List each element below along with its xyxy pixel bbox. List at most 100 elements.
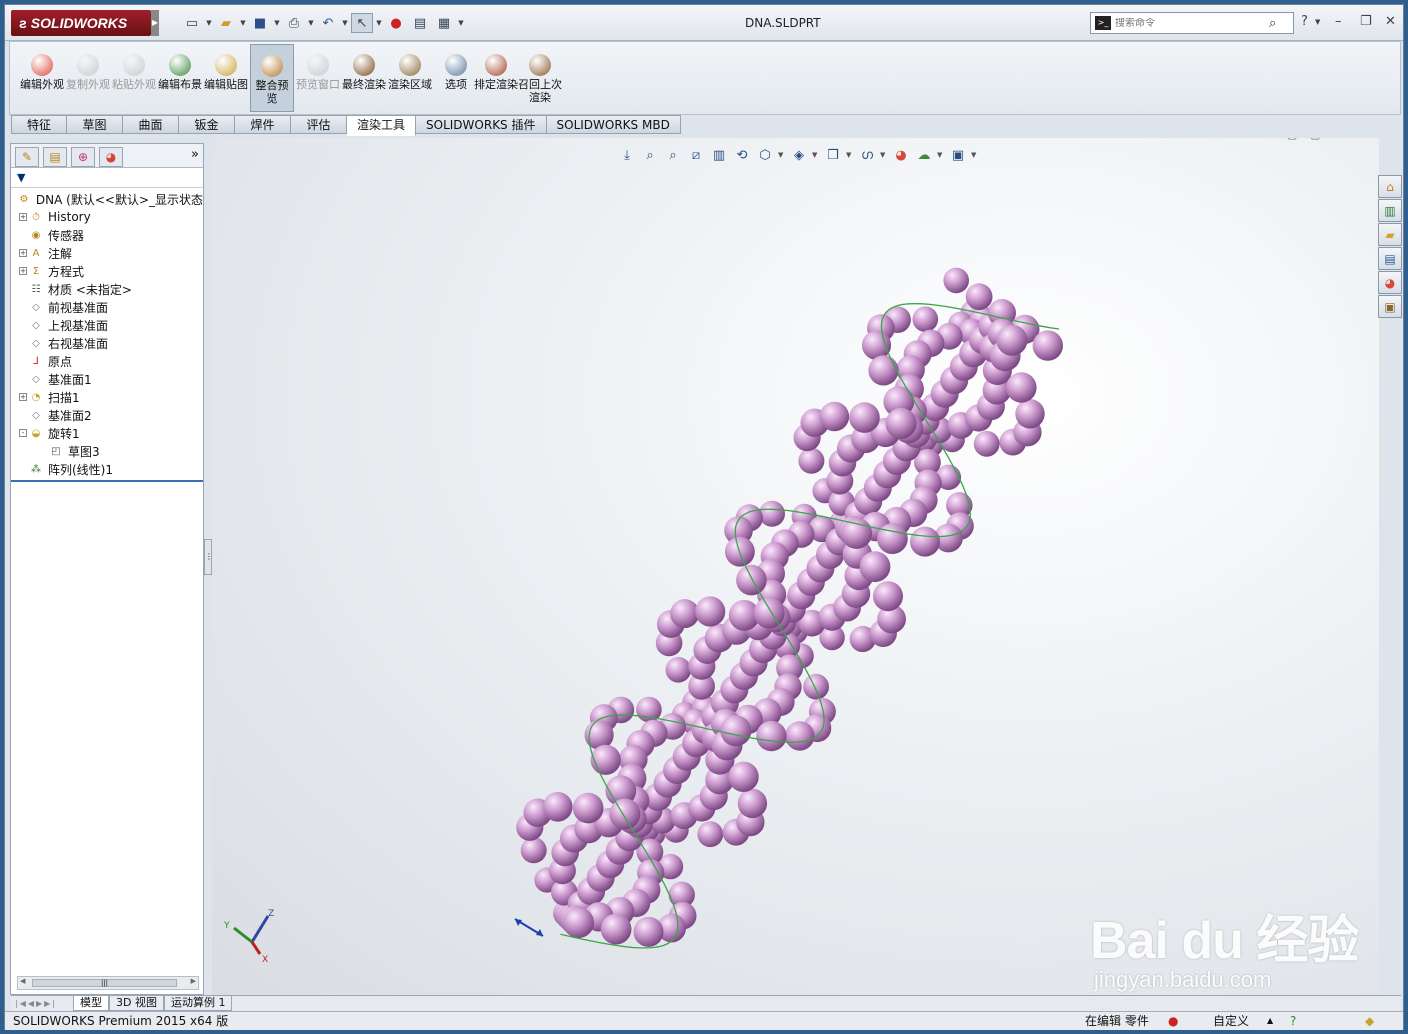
integrated-preview-button[interactable]: 整合预览 (250, 44, 294, 112)
tab-钣金[interactable]: 钣金 (179, 115, 235, 134)
tree-item[interactable]: ⁂ 阵列(线性)1 (11, 460, 203, 478)
bead-sphere (563, 907, 594, 939)
preview-window-button[interactable]: 预览窗口 (296, 44, 340, 112)
panel-collapse-handle[interactable]: ⋮ (204, 539, 213, 575)
tab-SOLIDWORKS MBD[interactable]: SOLIDWORKS MBD (546, 115, 681, 134)
edit-decal-button[interactable]: 编辑贴图 (204, 44, 248, 112)
custom-properties-icon[interactable]: ▣ (1378, 295, 1402, 318)
tree-item[interactable]: ◇ 基准面2 (11, 406, 203, 424)
tab-scroll-arrows[interactable]: |◀◀▶▶| (11, 996, 73, 1011)
save-dropdown[interactable]: ▼ (273, 13, 281, 33)
paste-appearance-button[interactable]: 粘贴外观 (112, 44, 156, 112)
bottom-tab-3D 视图[interactable]: 3D 视图 (109, 996, 164, 1011)
feature-manager-tab-icon[interactable]: ✎ (15, 147, 39, 167)
property-manager-tab-icon[interactable]: ▤ (43, 147, 67, 167)
graphics-area[interactable]: ⤓ ⌕ ⌕ ⧄ ▥ ⟲ ⬡▼ ◈▼ ❒▼ ഗ▼ ◕ ☁▼ ▣▼ ▢ ▢ – ❐ … (212, 138, 1379, 995)
expand-icon[interactable]: + (19, 249, 27, 257)
tree-item[interactable]: ☷ 材质 <未指定> (11, 280, 203, 298)
close-icon[interactable]: ✕ (1385, 14, 1396, 29)
restore-icon[interactable]: ❐ (1360, 14, 1372, 29)
tab-曲面[interactable]: 曲面 (123, 115, 179, 134)
edit-scene-button[interactable]: 编辑布景 (158, 44, 202, 112)
save-icon[interactable]: ■ (249, 13, 271, 33)
render-region-button[interactable]: 渲染区域 (388, 44, 432, 112)
tree-filter[interactable]: ▼ (11, 168, 203, 188)
triad-y-label: Y (223, 921, 230, 931)
help-dropdown[interactable]: ▼ (1315, 18, 1320, 26)
tree-item[interactable]: ◰ 草图3 (11, 442, 203, 460)
view-palette-icon[interactable]: ▤ (1378, 247, 1402, 270)
help-icon[interactable]: ? (1301, 14, 1308, 29)
bottom-tab-运动算例 1[interactable]: 运动算例 1 (163, 996, 233, 1011)
tree-item[interactable]: ◇ 基准面1 (11, 370, 203, 388)
tree-item[interactable]: + ⏱ History (11, 208, 203, 226)
expand-icon[interactable]: + (19, 393, 27, 401)
units-custom[interactable]: 自定义 (1213, 1012, 1249, 1030)
rebuild-status-icon[interactable]: ● (1168, 1012, 1178, 1030)
tree-item[interactable]: ◉ 传感器 (11, 226, 203, 244)
new-dropdown[interactable]: ▼ (205, 13, 213, 33)
new-document-icon[interactable]: ▭ (181, 13, 203, 33)
tree-item[interactable]: ◇ 上视基准面 (11, 316, 203, 334)
dna-model-render[interactable] (212, 138, 1379, 995)
print-icon[interactable]: ⎙ (283, 13, 305, 33)
undo-dropdown[interactable]: ▼ (341, 13, 349, 33)
tree-item[interactable]: - ◒ 旋转1 (11, 424, 203, 442)
tree-horizontal-scrollbar[interactable]: ◀ ||| ▶ (17, 976, 199, 990)
rollback-bar[interactable] (11, 480, 203, 482)
bead-sphere (868, 355, 899, 386)
quick-tips-icon[interactable]: ? (1290, 1012, 1296, 1030)
tab-焊件[interactable]: 焊件 (235, 115, 291, 134)
collapse-icon[interactable]: - (19, 429, 27, 437)
configuration-manager-tab-icon[interactable]: ⊕ (71, 147, 95, 167)
undo-icon[interactable]: ↶ (317, 13, 339, 33)
options-dropdown[interactable]: ▼ (457, 13, 465, 33)
scroll-left-arrow[interactable]: ◀ (20, 977, 25, 985)
copy-appearance-button[interactable]: 复制外观 (66, 44, 110, 112)
tab-评估[interactable]: 评估 (291, 115, 347, 134)
units-dropdown[interactable]: ▲ (1267, 1012, 1273, 1030)
options-button[interactable]: 选项 (434, 44, 478, 112)
edit-appearance-button[interactable]: 编辑外观 (20, 44, 64, 112)
options-icon[interactable]: ▦ (433, 13, 455, 33)
tree-item[interactable]: + ◔ 扫描1 (11, 388, 203, 406)
search-input[interactable] (1115, 17, 1265, 29)
minimize-icon[interactable]: – (1335, 14, 1342, 29)
recall-last-render-button[interactable]: 召回上次渲染 (518, 44, 562, 112)
select-pointer-icon[interactable]: ↖ (351, 13, 373, 33)
tab-草图[interactable]: 草图 (67, 115, 123, 134)
expand-panel-icon[interactable]: » (191, 147, 199, 162)
final-render-button[interactable]: 最终渲染 (342, 44, 386, 112)
solidworks-logo[interactable]: ƨ SOLIDWORKS (11, 10, 151, 36)
open-dropdown[interactable]: ▼ (239, 13, 247, 33)
appearances-scenes-icon[interactable]: ◕ (1378, 271, 1402, 294)
expand-icon[interactable]: + (19, 267, 27, 275)
tree-item[interactable]: ◇ 前视基准面 (11, 298, 203, 316)
file-explorer-icon[interactable]: ▰ (1378, 223, 1402, 246)
open-folder-icon[interactable]: ▰ (215, 13, 237, 33)
tree-item[interactable]: + Σ 方程式 (11, 262, 203, 280)
rebuild-traffic-light-icon[interactable]: ● (385, 13, 407, 33)
tooltip-pin-icon[interactable]: ◆ (1365, 1012, 1374, 1030)
display-manager-tab-icon[interactable]: ◕ (99, 147, 123, 167)
expand-icon[interactable]: + (19, 213, 27, 221)
tree-item[interactable]: + A 注解 (11, 244, 203, 262)
print-dropdown[interactable]: ▼ (307, 13, 315, 33)
scroll-right-arrow[interactable]: ▶ (191, 977, 196, 985)
solidworks-resources-icon[interactable]: ⌂ (1378, 175, 1402, 198)
tab-SOLIDWORKS 插件[interactable]: SOLIDWORKS 插件 (416, 115, 547, 134)
tree-item[interactable]: ◇ 右视基准面 (11, 334, 203, 352)
tree-item[interactable]: ⅃ 原点 (11, 352, 203, 370)
menu-flyout-arrow[interactable]: ▶ (151, 10, 159, 36)
tree-item[interactable]: ⚙ DNA (默认<<默认>_显示状态 (11, 190, 203, 208)
search-commands-box[interactable]: >_ ⌕ (1090, 12, 1294, 34)
schedule-render-button[interactable]: 排定渲染 (474, 44, 518, 112)
scroll-thumb[interactable]: ||| (32, 979, 177, 987)
select-dropdown[interactable]: ▼ (375, 13, 383, 33)
search-icon[interactable]: ⌕ (1269, 16, 1276, 31)
tab-特征[interactable]: 特征 (11, 115, 67, 134)
bottom-tab-模型[interactable]: 模型 (73, 996, 109, 1011)
file-properties-icon[interactable]: ▤ (409, 13, 431, 33)
design-library-icon[interactable]: ▥ (1378, 199, 1402, 222)
tab-渲染工具[interactable]: 渲染工具 (347, 115, 417, 136)
